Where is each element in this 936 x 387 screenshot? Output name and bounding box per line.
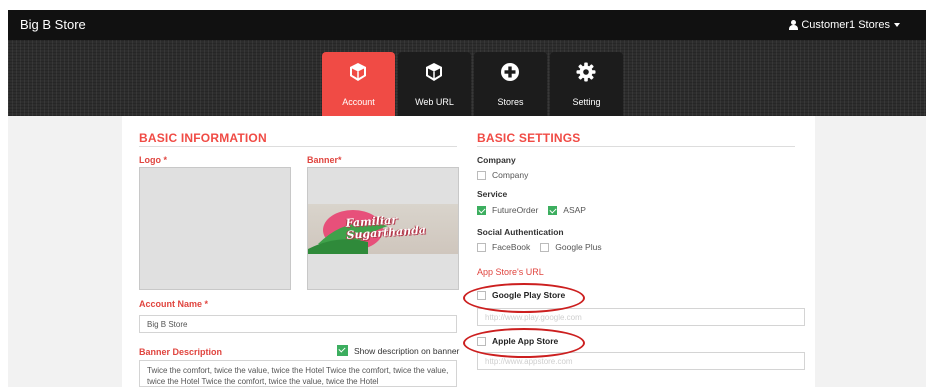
future-order-label: FutureOrder: [492, 205, 539, 215]
logo-upload[interactable]: [139, 167, 291, 290]
box-icon: [350, 63, 366, 81]
annotation-oval-google-play: [463, 283, 585, 313]
logo-label: Logo *: [139, 155, 167, 165]
basic-settings-title: BASIC SETTINGS: [477, 131, 581, 145]
user-menu-label: Customer1 Stores: [801, 19, 890, 31]
facebook-label: FaceBook: [492, 242, 531, 252]
basic-information-title: BASIC INFORMATION: [139, 131, 267, 145]
banner-upload[interactable]: Familiar Sugarthanda: [307, 167, 459, 290]
account-name-label: Account Name *: [139, 299, 209, 309]
tab-web-url-label: Web URL: [415, 97, 454, 107]
social-auth-group-label: Social Authentication: [477, 227, 564, 237]
banner-image: Familiar Sugarthanda: [308, 204, 458, 254]
tab-bar: Account Web URL Stores Setting: [322, 52, 623, 116]
page-margin-left: [8, 116, 122, 387]
google-plus-label: Google Plus: [555, 242, 602, 252]
service-group-label: Service: [477, 189, 508, 199]
section-divider: [139, 146, 457, 147]
banner-label: Banner*: [307, 155, 342, 165]
page-margin-right: [815, 116, 926, 387]
show-description-toggle[interactable]: Show description on banner: [337, 345, 459, 356]
tab-stores[interactable]: Stores: [474, 52, 547, 116]
tab-setting[interactable]: Setting: [550, 52, 623, 116]
asap-label: ASAP: [563, 205, 586, 215]
banner-description-label: Banner Description: [139, 347, 223, 357]
asap-checkbox[interactable]: [548, 205, 558, 215]
show-description-label: Show description on banner: [354, 345, 460, 356]
social-auth-options: FaceBook Google Plus: [477, 242, 602, 252]
tab-setting-label: Setting: [572, 97, 601, 107]
plus-circle-icon: [501, 63, 519, 81]
tab-web-url[interactable]: Web URL: [398, 52, 471, 116]
company-group-label: Company: [477, 155, 516, 165]
caret-down-icon: [894, 23, 900, 27]
cube-icon: [426, 63, 442, 81]
service-options: FutureOrder ASAP: [477, 205, 586, 215]
tab-account[interactable]: Account: [322, 52, 395, 116]
tab-account-label: Account: [342, 97, 375, 107]
banner-description-textarea[interactable]: Twice the comfort, twice the value, twic…: [139, 360, 457, 387]
section-divider: [477, 146, 795, 147]
user-menu[interactable]: Customer1 Stores: [789, 19, 900, 31]
future-order-checkbox[interactable]: [477, 205, 486, 215]
company-option-label: Company: [492, 170, 529, 180]
user-icon: [789, 20, 799, 30]
annotation-oval-apple-store: [463, 328, 585, 358]
tab-stores-label: Stores: [497, 97, 524, 107]
google-plus-checkbox[interactable]: [540, 242, 550, 252]
gear-icon: [576, 62, 596, 82]
account-name-input[interactable]: Big B Store: [139, 315, 457, 333]
show-description-checkbox[interactable]: [337, 345, 348, 356]
app-store-url-label: App Store's URL: [477, 267, 544, 277]
company-checkbox[interactable]: [477, 170, 486, 180]
brand-title[interactable]: Big B Store: [20, 17, 86, 32]
top-navbar: Big B Store Customer1 Stores: [8, 10, 926, 40]
facebook-checkbox[interactable]: [477, 242, 486, 252]
company-option[interactable]: Company: [477, 170, 528, 180]
